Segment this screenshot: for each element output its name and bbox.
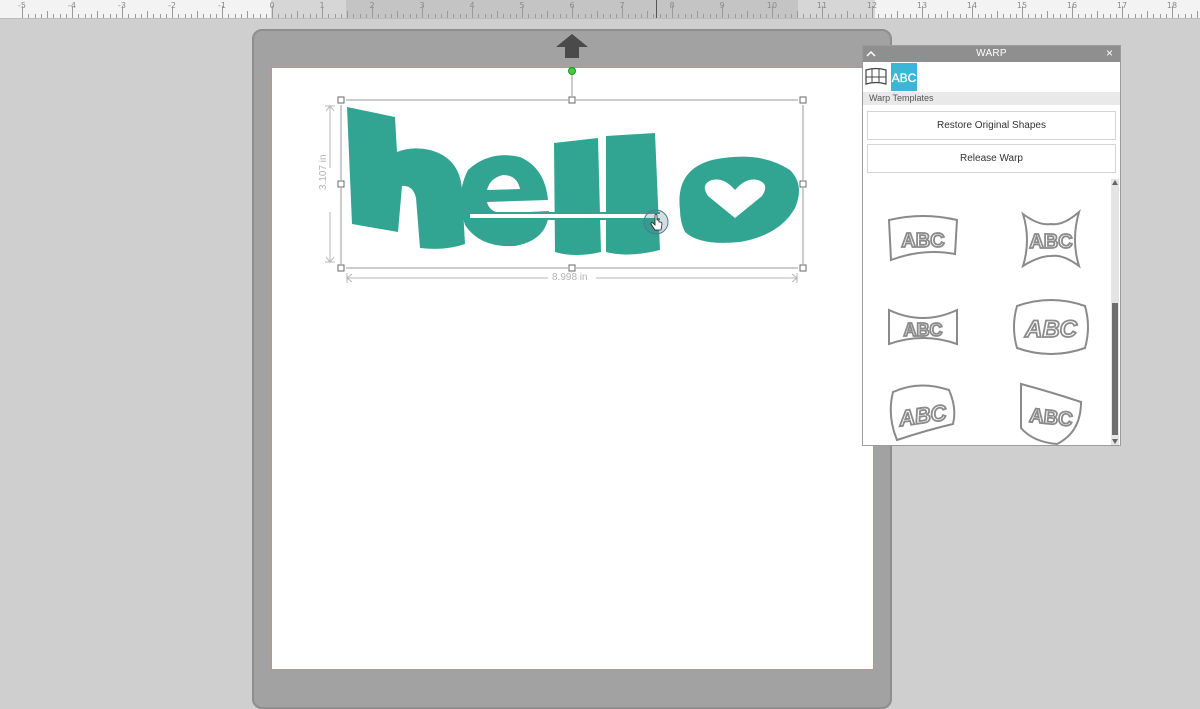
warp-template-text: ABC xyxy=(1024,316,1078,343)
warp-template-text: ABC xyxy=(904,320,943,340)
width-dimension-label: 8.998 in xyxy=(552,272,588,283)
warp-text-tab[interactable]: ABC xyxy=(891,63,917,91)
scroll-up-icon[interactable] xyxy=(1111,179,1119,187)
warp-template-text: ABC xyxy=(1028,405,1073,431)
svg-text:ABC: ABC xyxy=(892,71,917,85)
letter-gap xyxy=(470,214,670,218)
warp-template-text: ABC xyxy=(901,230,944,252)
warp-text-icon: ABC xyxy=(892,71,917,85)
warp-panel-titlebar[interactable]: WARP × xyxy=(863,46,1120,62)
warp-template-bulge-pinch[interactable]: ABC xyxy=(1011,204,1091,274)
warp-templates-grid: ABC ABC ABC ABC ABC ABC xyxy=(863,178,1111,446)
release-warp-button[interactable]: Release Warp xyxy=(867,144,1116,173)
hello-artwork[interactable] xyxy=(347,107,799,255)
scroll-down-icon[interactable] xyxy=(1111,437,1119,445)
warp-template-shield-arc[interactable]: ABC xyxy=(1011,378,1091,446)
close-icon[interactable]: × xyxy=(1106,47,1116,59)
warp-template-arch-wave[interactable]: ABC xyxy=(883,204,963,274)
warp-tabs: ABC xyxy=(863,63,1120,91)
hand-cursor-icon xyxy=(643,209,669,235)
height-dimension-label: 3.107 in xyxy=(318,154,329,190)
warp-template-flag-twist[interactable]: ABC xyxy=(883,378,963,446)
warp-template-bowtie[interactable]: ABC xyxy=(883,292,963,362)
scroll-thumb[interactable] xyxy=(1112,303,1118,435)
warp-template-text: ABC xyxy=(1029,231,1072,253)
warp-template-barrel[interactable]: ABC xyxy=(1011,292,1091,362)
warp-panel: WARP × ABC Warp Templates Restore Origin… xyxy=(862,45,1121,446)
rotate-handle[interactable] xyxy=(568,67,576,75)
warp-grid-icon[interactable] xyxy=(863,63,889,91)
templates-scrollbar[interactable] xyxy=(1111,179,1119,445)
section-label: Warp Templates xyxy=(863,92,1120,105)
restore-original-shapes-button[interactable]: Restore Original Shapes xyxy=(867,111,1116,140)
panel-title: WARP xyxy=(976,48,1007,59)
